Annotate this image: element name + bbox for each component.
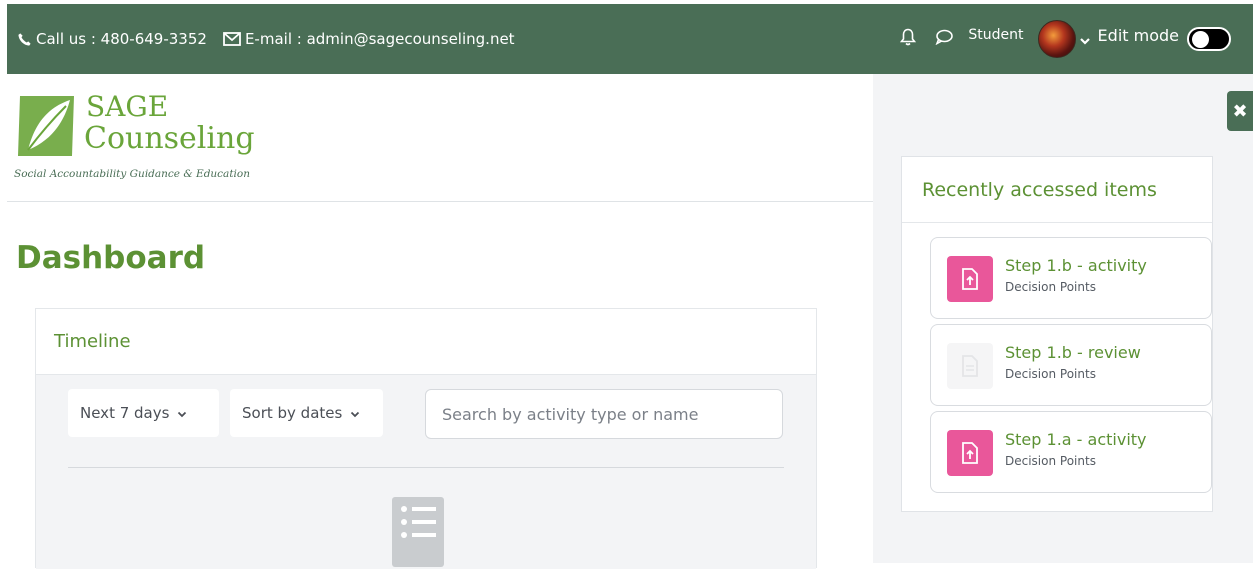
chat-bubble-icon: [935, 29, 954, 49]
logo-tagline: Social Accountability Guidance & Educati…: [14, 168, 250, 180]
search-placeholder: Search by activity type or name: [442, 404, 699, 424]
mail-icon: [223, 32, 241, 46]
recent-item[interactable]: Step 1.b - review Decision Points: [930, 324, 1212, 406]
messages-button[interactable]: [926, 21, 962, 57]
assignment-icon: [947, 256, 993, 302]
user-nav: Student Edit mode: [890, 4, 1253, 74]
assignment-icon: [947, 430, 993, 476]
recent-item[interactable]: Step 1.a - activity Decision Points: [930, 411, 1212, 493]
recent-item[interactable]: Step 1.b - activity Decision Points: [930, 237, 1212, 319]
logo-text-counseling: Counseling: [84, 121, 255, 156]
logo-text-sage: SAGE: [86, 90, 169, 123]
recent-item-title: Step 1.b - review: [1005, 343, 1141, 362]
chevron-down-icon: [342, 404, 360, 422]
phone-icon: [17, 32, 32, 47]
recently-accessed-block: Recently accessed items Step 1.b - activ…: [901, 156, 1213, 512]
close-drawer-button[interactable]: ✖: [1227, 91, 1253, 131]
page-icon: [947, 343, 993, 389]
timeline-body: Next 7 days Sort by dates Search by acti…: [36, 375, 816, 569]
block-drawer: ✖ Recently accessed items Step 1.b - act…: [873, 74, 1253, 563]
day-filter-label: Next 7 days: [80, 404, 170, 422]
edit-mode-toggle[interactable]: [1187, 27, 1231, 51]
site-logo[interactable]: SAGE Counseling Social Accountability Gu…: [14, 92, 274, 192]
phone-text: Call us : 480-649-3352: [36, 30, 207, 48]
timeline-block: Timeline Next 7 days Sort by dates Searc…: [35, 308, 817, 569]
sort-dropdown[interactable]: Sort by dates: [230, 389, 383, 437]
contact-info: Call us : 480-649-3352 E-mail : admin@sa…: [17, 30, 515, 48]
recent-item-title: Step 1.a - activity: [1005, 430, 1147, 449]
sort-label: Sort by dates: [242, 404, 343, 422]
timeline-divider: [68, 467, 784, 468]
chevron-down-icon: [169, 404, 187, 422]
recently-accessed-title: Recently accessed items: [902, 157, 1212, 223]
notifications-button[interactable]: [890, 21, 926, 57]
bell-icon: [900, 28, 917, 50]
top-navbar: Call us : 480-649-3352 E-mail : admin@sa…: [7, 4, 1253, 74]
recent-item-title: Step 1.b - activity: [1005, 256, 1147, 275]
day-filter-dropdown[interactable]: Next 7 days: [68, 389, 219, 437]
user-name[interactable]: Student: [968, 27, 1023, 43]
timeline-title: Timeline: [36, 309, 816, 375]
header-divider: [7, 201, 873, 202]
activity-search-input[interactable]: Search by activity type or name: [425, 389, 783, 439]
avatar[interactable]: [1037, 20, 1076, 58]
empty-list-icon: [382, 493, 454, 569]
leaf-logo-icon: [14, 92, 78, 160]
recent-item-course: Decision Points: [1005, 367, 1096, 381]
toggle-knob: [1192, 31, 1209, 48]
email-text[interactable]: E-mail : admin@sagecounseling.net: [245, 30, 515, 48]
chevron-down-icon[interactable]: [1079, 30, 1090, 49]
edit-mode-label: Edit mode: [1097, 25, 1179, 45]
recent-item-course: Decision Points: [1005, 280, 1096, 294]
recent-item-course: Decision Points: [1005, 454, 1096, 468]
close-icon: ✖: [1232, 100, 1248, 122]
page-title: Dashboard: [16, 240, 206, 276]
